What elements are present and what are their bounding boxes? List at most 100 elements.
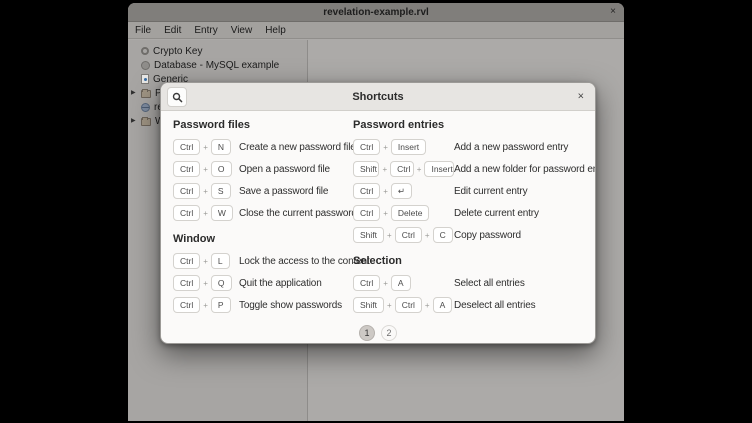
expander-icon[interactable]: ▶ — [131, 89, 136, 96]
menu-view[interactable]: View — [231, 25, 253, 36]
plus-separator: + — [203, 165, 208, 174]
shortcut-description: Copy password — [454, 230, 521, 241]
shortcut-description: Save a password file — [239, 186, 328, 197]
keycap: Insert — [391, 139, 426, 156]
shortcut-row: Ctrl+InsertAdd a new password entry — [353, 136, 596, 158]
key-combo: Ctrl+Insert — [353, 139, 454, 156]
key-combo: Shift+Ctrl+C — [353, 227, 454, 244]
titlebar: revelation-example.rvl × — [128, 3, 624, 22]
shortcuts-column: Password files Ctrl+NCreate a new passwor… — [173, 117, 353, 316]
expander-icon[interactable]: ▶ — [131, 117, 136, 124]
keycap: Insert — [424, 161, 454, 178]
shortcut-section: Password entriesCtrl+InsertAdd a new pas… — [353, 119, 596, 246]
shortcut-description: Toggle show passwords — [239, 300, 342, 311]
plus-separator: + — [203, 301, 208, 310]
key-combo: Ctrl+A — [353, 275, 454, 292]
keycap: O — [211, 161, 232, 178]
key-combo: Ctrl+Delete — [353, 205, 454, 222]
key-combo: Shift+Ctrl+A — [353, 297, 454, 314]
plus-separator: + — [387, 301, 392, 310]
window-close-icon[interactable]: × — [610, 7, 616, 17]
keycap: P — [211, 297, 231, 314]
key-combo: Ctrl+Q — [173, 275, 239, 292]
plus-separator: + — [425, 301, 430, 310]
page-dot-2[interactable]: 2 — [381, 325, 397, 341]
shortcut-description: Add a new password entry — [454, 142, 568, 153]
shortcut-row: Ctrl+NCreate a new password file — [173, 136, 353, 158]
menu-edit[interactable]: Edit — [164, 25, 181, 36]
key-combo: Ctrl+O — [173, 161, 239, 178]
globe-icon — [141, 103, 150, 112]
keycap: S — [211, 183, 231, 200]
plus-separator: + — [203, 257, 208, 266]
plus-separator: + — [387, 231, 392, 240]
keycap: N — [211, 139, 231, 156]
folder-icon — [141, 90, 151, 98]
plus-separator: + — [203, 187, 208, 196]
dialog-title: Shortcuts — [352, 91, 403, 103]
key-icon — [141, 47, 149, 55]
keycap: Ctrl — [353, 205, 380, 222]
shortcut-section: Password files Ctrl+NCreate a new passwor… — [173, 119, 353, 224]
keycap: Shift — [353, 161, 379, 178]
generic-icon — [141, 74, 149, 84]
menu-file[interactable]: File — [135, 25, 151, 36]
shortcuts-body: Password files Ctrl+NCreate a new passwor… — [161, 111, 595, 316]
key-combo: Shift+Ctrl+Insert — [353, 161, 454, 178]
keycap: Ctrl — [173, 205, 200, 222]
tree-row[interactable]: Database - MySQL example — [128, 58, 307, 72]
dialog-close-icon[interactable]: × — [578, 91, 584, 102]
keycap: Ctrl — [395, 227, 422, 244]
plus-separator: + — [203, 279, 208, 288]
key-combo: Ctrl+S — [173, 183, 239, 200]
shortcut-row: Shift+Ctrl+InsertAdd a new folder for pa… — [353, 158, 596, 180]
search-button[interactable] — [167, 87, 187, 107]
shortcut-row: Ctrl+OOpen a password file — [173, 158, 353, 180]
section-title: Selection — [353, 255, 596, 267]
tree-item-label: Crypto Key — [153, 46, 202, 57]
keycap: Ctrl — [353, 183, 380, 200]
shortcut-row: Ctrl+SSave a password file — [173, 180, 353, 202]
plus-separator: + — [203, 143, 208, 152]
plus-separator: + — [383, 209, 388, 218]
shortcut-row: Ctrl+QQuit the application — [173, 272, 353, 294]
section-title: Password entries — [353, 119, 596, 131]
window-title: revelation-example.rvl — [323, 7, 429, 18]
menubar: File Edit Entry View Help — [128, 22, 624, 39]
shortcut-row: Shift+Ctrl+CCopy password — [353, 224, 596, 246]
shortcut-description: Edit current entry — [454, 186, 527, 197]
menu-help[interactable]: Help — [265, 25, 286, 36]
shortcut-row: Ctrl+↵Edit current entry — [353, 180, 596, 202]
shortcut-row: Shift+Ctrl+ADeselect all entries — [353, 294, 596, 316]
plus-separator: + — [382, 165, 387, 174]
key-combo: Ctrl+W — [173, 205, 239, 222]
plus-separator: + — [383, 187, 388, 196]
folder-icon — [141, 118, 151, 126]
shortcut-row: Ctrl+P Toggle show passwords — [173, 294, 353, 316]
plus-separator: + — [383, 143, 388, 152]
keycap: Q — [211, 275, 232, 292]
database-icon — [141, 61, 150, 70]
key-combo: Ctrl+L — [173, 253, 239, 270]
shortcut-description: Open a password file — [239, 164, 330, 175]
shortcut-description: Quit the application — [239, 278, 322, 289]
shortcut-description: Deselect all entries — [454, 300, 535, 311]
keycap: Ctrl — [353, 275, 380, 292]
shortcut-description: Delete current entry — [454, 208, 539, 219]
key-combo: Ctrl+↵ — [353, 183, 454, 200]
keycap: Ctrl — [173, 297, 200, 314]
section-title: Password files — [173, 119, 353, 131]
page-dot-1[interactable]: 1 — [359, 325, 375, 341]
keycap: Ctrl — [173, 275, 200, 292]
keycap: Ctrl — [395, 297, 422, 314]
shortcut-description: Add a new folder for password entries — [454, 164, 596, 175]
tree-row[interactable]: Crypto Key — [128, 44, 307, 58]
keycap: W — [211, 205, 233, 222]
plus-separator: + — [417, 165, 422, 174]
shortcut-row: Ctrl+DeleteDelete current entry — [353, 202, 596, 224]
menu-entry[interactable]: Entry — [194, 25, 217, 36]
shortcuts-column: Password entriesCtrl+InsertAdd a new pas… — [353, 117, 596, 316]
shortcut-row: Ctrl+LLock the access to the content — [173, 250, 353, 272]
shortcut-description: Select all entries — [454, 278, 525, 289]
shortcuts-dialog-header: Shortcuts × — [161, 83, 595, 111]
